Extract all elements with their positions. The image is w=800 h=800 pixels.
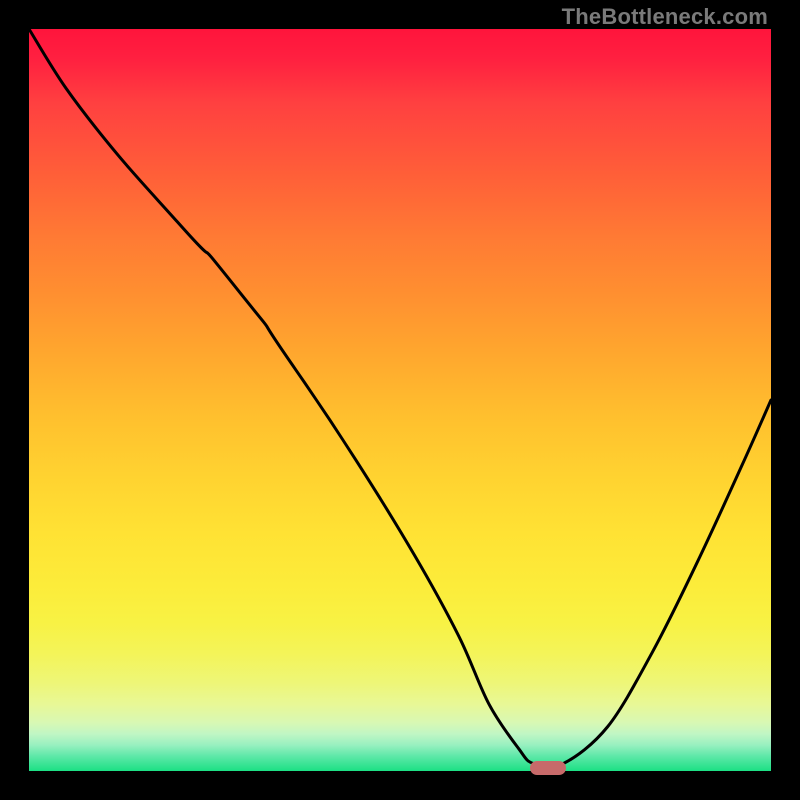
bottleneck-marker — [530, 761, 566, 775]
chart-curve — [29, 29, 771, 771]
chart-plot-area — [29, 29, 771, 771]
watermark-text: TheBottleneck.com — [562, 4, 768, 30]
